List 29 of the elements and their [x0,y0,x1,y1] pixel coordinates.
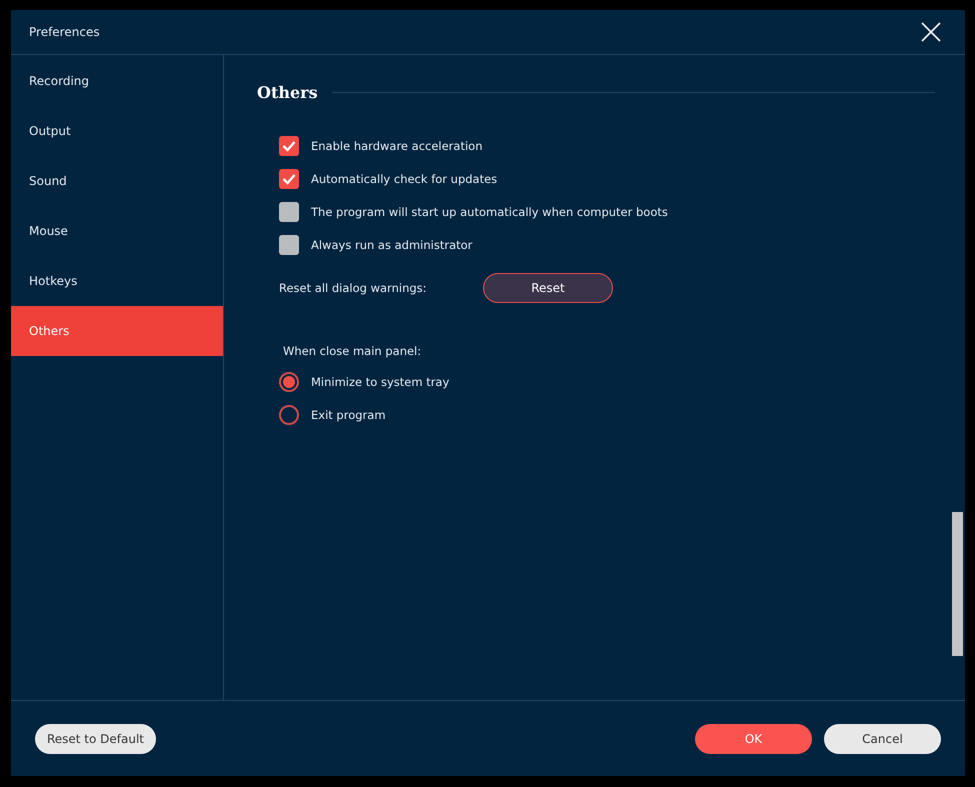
radio-button[interactable] [279,372,299,392]
check-icon [282,140,296,152]
scrollbar-thumb[interactable] [952,512,963,656]
sidebar-item[interactable]: Hotkeys [11,256,223,306]
checkbox[interactable] [279,202,299,222]
radio-label: Exit program [311,408,386,422]
radio-label: Minimize to system tray [311,375,450,389]
option-label: The program will start up automatically when computer boots [311,205,668,219]
window-title: Preferences [29,25,100,39]
sidebar-item[interactable]: Mouse [11,206,223,256]
section-title: Others [257,83,318,102]
checkbox[interactable] [279,235,299,255]
reset-label: Reset all dialog warnings: [279,281,428,295]
close-panel-label: When close main panel: [283,344,422,358]
reset-to-default-button[interactable]: Reset to Default [35,724,156,754]
sidebar-item[interactable]: Sound [11,156,223,206]
checkbox[interactable] [279,169,299,189]
sidebar-item[interactable]: Others [11,306,223,356]
cancel-button[interactable]: Cancel [824,724,941,754]
option-label: Always run as administrator [311,238,472,252]
option-label: Enable hardware acceleration [311,139,482,153]
radio-button[interactable] [279,405,299,425]
option-label: Automatically check for updates [311,172,498,186]
check-icon [282,173,296,185]
sidebar-item[interactable]: Recording [11,56,223,106]
reset-button[interactable]: Reset [483,273,613,303]
checkbox[interactable] [279,136,299,156]
close-icon[interactable] [921,22,941,42]
sidebar-item[interactable]: Output [11,106,223,156]
